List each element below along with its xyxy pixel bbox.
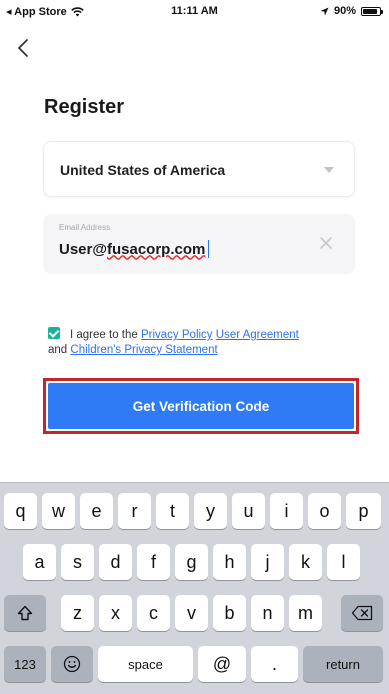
user-agreement-link[interactable]: User Agreement <box>216 329 299 341</box>
key-i[interactable]: i <box>270 493 303 529</box>
email-user-part: User@ <box>59 240 107 258</box>
shift-icon <box>17 605 33 621</box>
country-select[interactable]: United States of America <box>43 141 355 197</box>
chevron-down-icon <box>324 167 334 173</box>
key-x[interactable]: x <box>99 595 132 631</box>
battery-percent: 90% <box>333 5 356 17</box>
key-w[interactable]: w <box>42 493 75 529</box>
battery-icon <box>361 6 383 16</box>
location-arrow-icon <box>320 6 329 16</box>
at-key[interactable]: @ <box>198 646 246 682</box>
shift-key[interactable] <box>4 595 46 631</box>
space-key[interactable]: space <box>98 646 193 682</box>
key-n[interactable]: n <box>251 595 284 631</box>
key-d[interactable]: d <box>99 544 132 580</box>
key-j[interactable]: j <box>251 544 284 580</box>
key-a[interactable]: a <box>23 544 56 580</box>
key-k[interactable]: k <box>289 544 322 580</box>
key-r[interactable]: r <box>118 493 151 529</box>
clear-icon[interactable] <box>319 236 333 250</box>
page-title: Register <box>44 96 125 118</box>
childrens-privacy-link[interactable]: Children's Privacy Statement <box>70 344 217 356</box>
key-m[interactable]: m <box>289 595 322 631</box>
agreement-and: and <box>48 344 68 356</box>
battery-level <box>363 8 378 14</box>
return-key[interactable]: return <box>303 646 383 682</box>
key-z[interactable]: z <box>61 595 94 631</box>
keyboard: q w e r t y u i o p a s d f g h j k l z … <box>0 482 389 694</box>
key-q[interactable]: q <box>4 493 37 529</box>
emoji-key[interactable] <box>51 646 93 682</box>
key-y[interactable]: y <box>194 493 227 529</box>
register-screen: Register United States of America Email … <box>0 22 389 482</box>
status-bar: ◂ App Store 11:11 AM 90% <box>0 0 389 22</box>
agreement-text: I agree to the Privacy Policy User Agree… <box>48 327 360 358</box>
country-value: United States of America <box>60 162 226 178</box>
get-verification-code-button[interactable]: Get Verification Code <box>48 383 354 429</box>
key-t[interactable]: t <box>156 493 189 529</box>
backspace-icon <box>351 605 373 621</box>
email-field-label: Email Address <box>59 223 111 232</box>
key-b[interactable]: b <box>213 595 246 631</box>
text-cursor <box>208 240 210 258</box>
numbers-key[interactable]: 123 <box>4 646 46 682</box>
key-l[interactable]: l <box>327 544 360 580</box>
email-field[interactable]: Email Address User@ fusacorp.com <box>43 214 355 274</box>
emoji-icon <box>63 655 81 673</box>
key-h[interactable]: h <box>213 544 246 580</box>
key-e[interactable]: e <box>80 493 113 529</box>
key-s[interactable]: s <box>61 544 94 580</box>
period-key[interactable]: . <box>251 646 298 682</box>
email-field-value[interactable]: User@ fusacorp.com <box>59 240 210 258</box>
privacy-policy-link[interactable]: Privacy Policy <box>141 329 213 341</box>
key-c[interactable]: c <box>137 595 170 631</box>
back-chevron-icon[interactable] <box>14 36 34 60</box>
agreement-prefix: I agree to the <box>70 329 138 341</box>
status-right: 90% <box>320 5 383 17</box>
delete-key[interactable] <box>341 595 383 631</box>
key-o[interactable]: o <box>308 493 341 529</box>
key-u[interactable]: u <box>232 493 265 529</box>
key-f[interactable]: f <box>137 544 170 580</box>
agree-checkbox[interactable] <box>48 327 60 339</box>
key-g[interactable]: g <box>175 544 208 580</box>
key-v[interactable]: v <box>175 595 208 631</box>
key-p[interactable]: p <box>346 493 381 529</box>
email-domain-part: fusacorp.com <box>106 240 206 258</box>
